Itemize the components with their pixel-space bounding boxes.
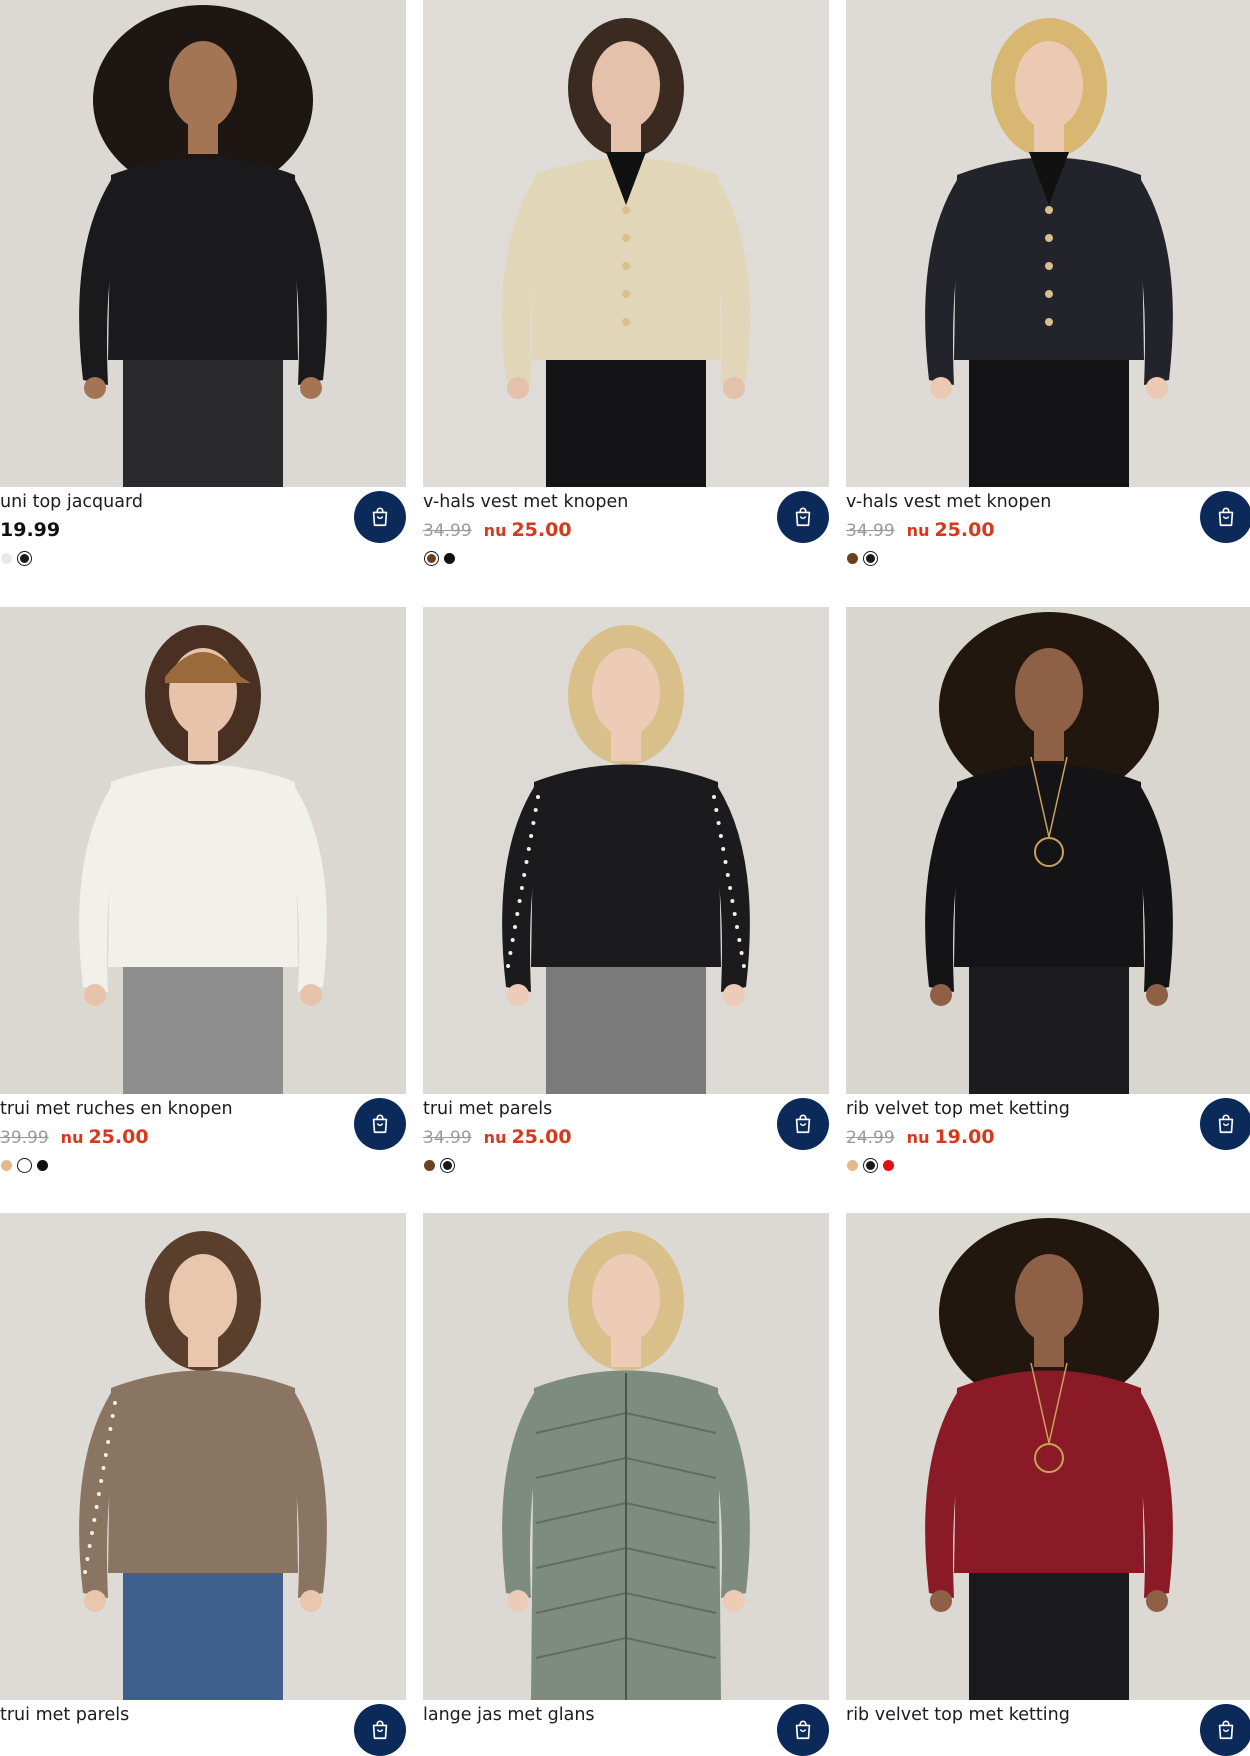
old-price: 24.99	[846, 1128, 895, 1148]
product-image[interactable]	[0, 607, 406, 1094]
sale-price: 25.00	[511, 1126, 572, 1148]
regular-price: 19.99	[0, 519, 61, 541]
product-image[interactable]	[846, 607, 1250, 1094]
sale-price: 25.00	[934, 519, 995, 541]
model-illustration	[846, 0, 1250, 487]
color-swatch[interactable]	[424, 550, 439, 566]
now-label: nu	[483, 521, 507, 540]
product-name[interactable]: rib velvet top met ketting	[846, 1098, 1070, 1120]
add-to-cart-button[interactable]	[777, 1098, 829, 1150]
product-name[interactable]: trui met parels	[423, 1098, 552, 1120]
sale-price: 25.00	[511, 519, 572, 541]
product-name[interactable]: trui met ruches en knopen	[0, 1098, 233, 1120]
model-illustration	[423, 0, 829, 487]
shopping-bag-icon	[372, 507, 388, 527]
add-to-cart-button[interactable]	[1200, 491, 1250, 543]
shopping-bag-icon	[1218, 1720, 1234, 1740]
product-name[interactable]: v-hals vest met knopen	[846, 491, 1051, 513]
model-illustration	[423, 1213, 829, 1700]
model-illustration	[0, 607, 406, 1094]
now-label: nu	[906, 521, 930, 540]
add-to-cart-button[interactable]	[1200, 1704, 1250, 1756]
product-price: 19.99	[0, 518, 60, 542]
product-image[interactable]	[846, 1213, 1250, 1700]
now-label: nu	[60, 1128, 84, 1147]
add-to-cart-button[interactable]	[354, 1704, 406, 1756]
model-illustration	[0, 0, 406, 487]
shopping-bag-icon	[1218, 507, 1234, 527]
product-image[interactable]	[0, 0, 406, 487]
add-to-cart-button[interactable]	[354, 491, 406, 543]
add-to-cart-button[interactable]	[777, 1704, 829, 1756]
color-swatch[interactable]	[1, 1159, 12, 1171]
product-price: 34.99 nu 25.00	[846, 518, 995, 542]
product-name[interactable]: uni top jacquard	[0, 491, 143, 513]
old-price: 34.99	[423, 521, 472, 541]
color-swatches	[0, 1157, 52, 1173]
sale-price: 25.00	[88, 1126, 149, 1148]
color-swatch[interactable]	[37, 1159, 48, 1171]
color-swatches	[846, 550, 882, 566]
product-name[interactable]: lange jas met glans	[423, 1704, 595, 1726]
old-price: 39.99	[0, 1128, 49, 1148]
product-price: 34.99 nu 25.00	[423, 518, 572, 542]
color-swatches	[0, 550, 36, 566]
product-grid: uni top jacquard 19.99 v-hals vest met k…	[0, 0, 1250, 1756]
old-price: 34.99	[423, 1128, 472, 1148]
color-swatch[interactable]	[863, 550, 878, 566]
color-swatches	[423, 1157, 459, 1173]
model-illustration	[0, 1213, 406, 1700]
color-swatch[interactable]	[847, 1159, 858, 1171]
color-swatch[interactable]	[847, 552, 858, 564]
product-price: 34.99 nu 25.00	[423, 1125, 572, 1149]
shopping-bag-icon	[372, 1114, 388, 1134]
color-swatch[interactable]	[17, 550, 32, 566]
product-name[interactable]: rib velvet top met ketting	[846, 1704, 1070, 1726]
color-swatch[interactable]	[424, 1159, 435, 1171]
product-image[interactable]	[846, 0, 1250, 487]
add-to-cart-button[interactable]	[1200, 1098, 1250, 1150]
product-image[interactable]	[0, 1213, 406, 1700]
color-swatch[interactable]	[440, 1157, 455, 1173]
shopping-bag-icon	[795, 507, 811, 527]
sale-price: 19.00	[934, 1126, 995, 1148]
color-swatches	[423, 550, 459, 566]
now-label: nu	[483, 1128, 507, 1147]
color-swatch[interactable]	[883, 1159, 894, 1171]
old-price: 34.99	[846, 521, 895, 541]
shopping-bag-icon	[1218, 1114, 1234, 1134]
color-swatch[interactable]	[863, 1157, 878, 1173]
model-illustration	[846, 607, 1250, 1094]
add-to-cart-button[interactable]	[354, 1098, 406, 1150]
model-illustration	[846, 1213, 1250, 1700]
color-swatch[interactable]	[444, 552, 455, 564]
shopping-bag-icon	[795, 1114, 811, 1134]
shopping-bag-icon	[795, 1720, 811, 1740]
now-label: nu	[906, 1128, 930, 1147]
product-image[interactable]	[423, 0, 829, 487]
product-name[interactable]: trui met parels	[0, 1704, 129, 1726]
color-swatches	[846, 1157, 898, 1173]
add-to-cart-button[interactable]	[777, 491, 829, 543]
product-image[interactable]	[423, 607, 829, 1094]
product-price: 24.99 nu 19.00	[846, 1125, 995, 1149]
product-price: 39.99 nu 25.00	[0, 1125, 149, 1149]
shopping-bag-icon	[372, 1720, 388, 1740]
product-name[interactable]: v-hals vest met knopen	[423, 491, 628, 513]
color-swatch[interactable]	[17, 1157, 32, 1173]
color-swatch[interactable]	[1, 552, 12, 564]
model-illustration	[423, 607, 829, 1094]
product-image[interactable]	[423, 1213, 829, 1700]
